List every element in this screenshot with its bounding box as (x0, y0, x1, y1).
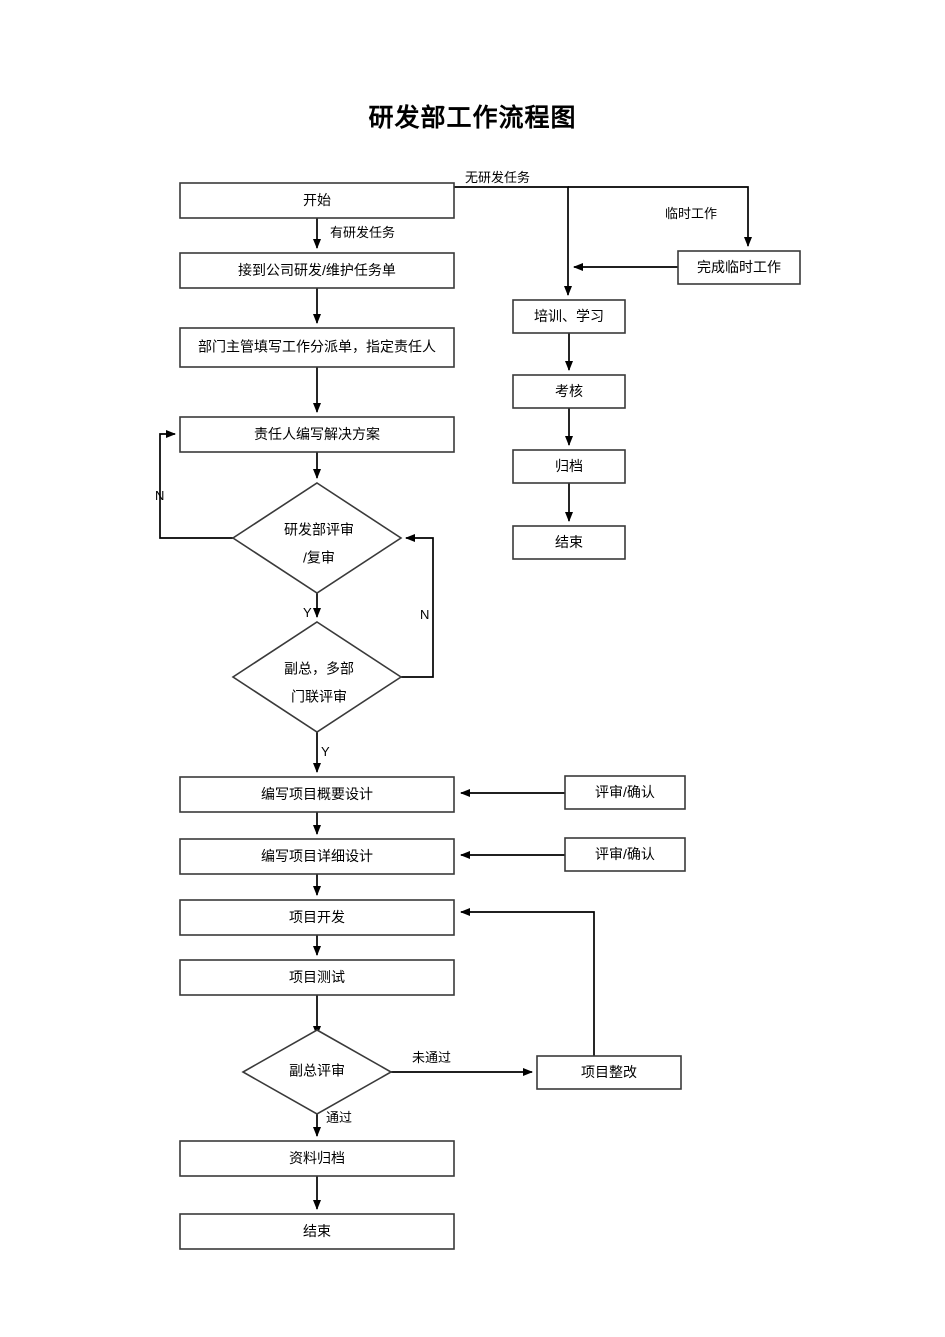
node-outline-design[interactable]: 编写项目概要设计 (179, 776, 455, 813)
node-end-left[interactable]: 结束 (179, 1213, 455, 1250)
node-archive-docs-label: 资料归档 (289, 1150, 345, 1166)
node-training-label: 培训、学习 (534, 308, 604, 324)
node-receive-order-label: 接到公司研发/维护任务单 (238, 262, 396, 278)
node-rectify-label: 项目整改 (581, 1064, 637, 1080)
node-end-right-label: 结束 (555, 534, 583, 550)
node-rd-review-label-line2: /复审 (303, 550, 335, 566)
node-start[interactable]: 开始 (179, 182, 455, 219)
node-detail-design-label: 编写项目详细设计 (261, 848, 373, 864)
node-end-right[interactable]: 结束 (512, 525, 626, 560)
node-rd-review[interactable]: 研发部评审 /复审 (231, 482, 403, 594)
edge-label-vp-joint-n: N (420, 607, 429, 622)
flowchart-page: 研发部工作流程图 开始 接到公司研发/维护任务单 部门主管填写工作分派单，指定责… (0, 0, 945, 1337)
node-end-left-label: 结束 (303, 1223, 331, 1239)
node-write-solution[interactable]: 责任人编写解决方案 (179, 416, 455, 453)
edge-label-passed: 通过 (326, 1110, 352, 1125)
node-development[interactable]: 项目开发 (179, 899, 455, 936)
edge-start-to-training (454, 186, 572, 296)
node-assessment-label: 考核 (555, 383, 583, 399)
node-outline-design-label: 编写项目概要设计 (261, 786, 373, 802)
node-review-confirm-2-label: 评审/确认 (595, 846, 655, 862)
edge-rectify-to-development (460, 908, 595, 1056)
node-start-label: 开始 (303, 192, 331, 208)
edge-label-has-rd-task: 有研发任务 (330, 225, 395, 240)
edge-start-to-temp-done (568, 186, 752, 247)
node-temp-done[interactable]: 完成临时工作 (677, 250, 801, 285)
node-filing[interactable]: 归档 (512, 449, 626, 484)
node-assign-form-label: 部门主管填写工作分派单，指定责任人 (198, 339, 436, 355)
node-assign-form[interactable]: 部门主管填写工作分派单，指定责任人 (179, 327, 455, 368)
node-archive-docs[interactable]: 资料归档 (179, 1140, 455, 1177)
edge-label-vp-joint-y: Y (321, 744, 330, 759)
node-receive-order[interactable]: 接到公司研发/维护任务单 (179, 252, 455, 289)
node-detail-design[interactable]: 编写项目详细设计 (179, 838, 455, 875)
node-testing[interactable]: 项目测试 (179, 959, 455, 996)
node-vp-review-label: 副总评审 (289, 1063, 345, 1079)
edge-label-temp-work: 临时工作 (665, 206, 717, 221)
edge-label-no-rd-task: 无研发任务 (465, 170, 530, 185)
node-vp-review[interactable]: 副总评审 (241, 1029, 393, 1115)
node-training[interactable]: 培训、学习 (512, 299, 626, 334)
edge-label-rd-review-n: N (155, 488, 164, 503)
node-vp-joint-review-label-line1: 副总，多部 (284, 661, 354, 677)
node-vp-joint-review-label-line2: 门联评审 (291, 689, 347, 705)
node-temp-done-label: 完成临时工作 (697, 259, 781, 275)
node-review-confirm-1[interactable]: 评审/确认 (564, 775, 686, 810)
flowchart-canvas: 开始 接到公司研发/维护任务单 部门主管填写工作分派单，指定责任人 责任人编写解… (155, 170, 801, 1250)
edge-label-not-passed: 未通过 (412, 1050, 451, 1065)
node-layer: 开始 接到公司研发/维护任务单 部门主管填写工作分派单，指定责任人 责任人编写解… (179, 182, 801, 1250)
node-rd-review-label-line1: 研发部评审 (284, 522, 354, 538)
node-filing-label: 归档 (555, 458, 583, 474)
node-testing-label: 项目测试 (289, 969, 345, 985)
node-review-confirm-1-label: 评审/确认 (595, 784, 655, 800)
node-write-solution-label: 责任人编写解决方案 (254, 426, 380, 442)
edge-label-rd-review-y: Y (303, 605, 312, 620)
node-review-confirm-2[interactable]: 评审/确认 (564, 837, 686, 872)
node-vp-joint-review[interactable]: 副总，多部 门联评审 (231, 621, 403, 733)
node-assessment[interactable]: 考核 (512, 374, 626, 409)
node-rectify[interactable]: 项目整改 (536, 1055, 682, 1090)
node-development-label: 项目开发 (289, 909, 345, 925)
